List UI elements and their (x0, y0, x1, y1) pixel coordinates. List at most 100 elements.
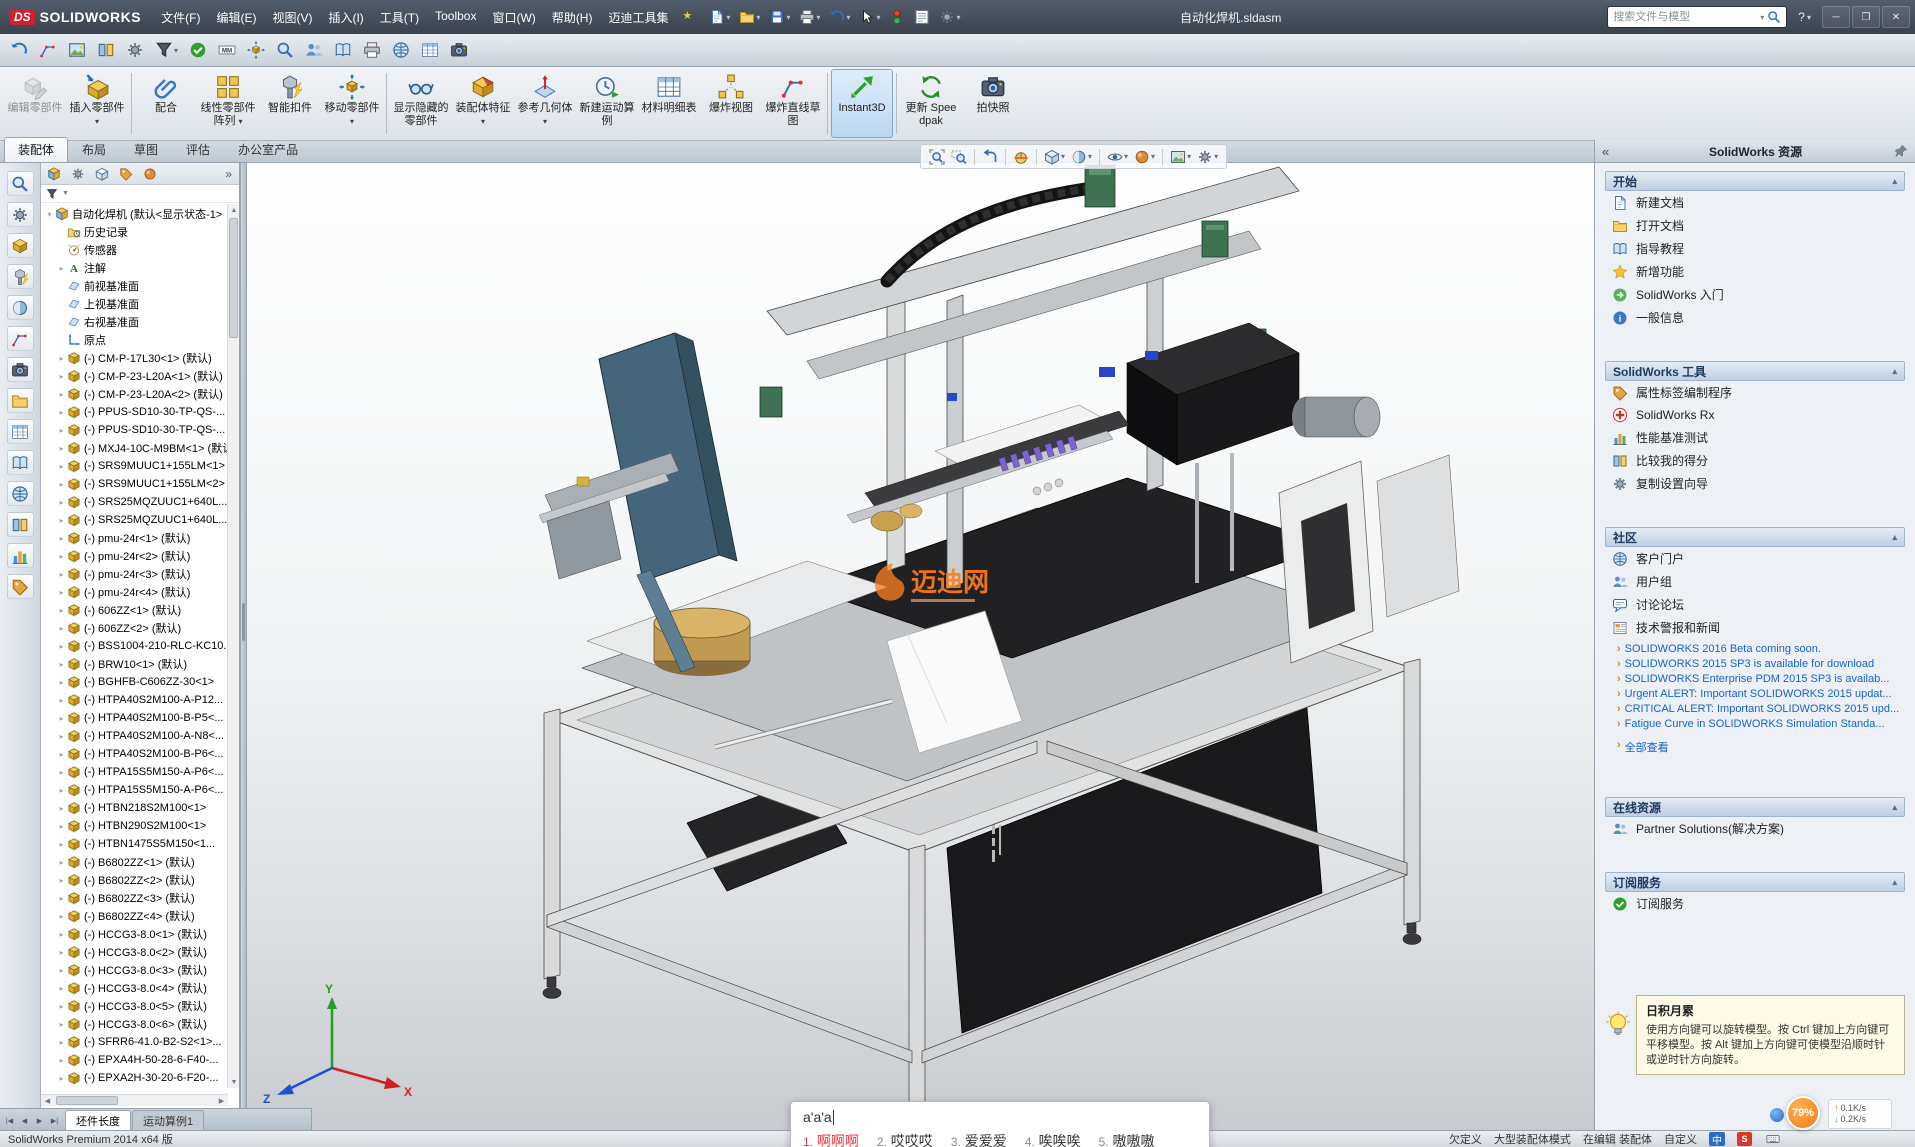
news-link[interactable]: ›SOLIDWORKS Enterprise PDM 2015 SP3 is a… (1617, 672, 1905, 687)
taskpane-item[interactable]: Partner Solutions(解决方案) (1605, 817, 1905, 840)
scrollbar-track[interactable] (54, 1095, 215, 1106)
model-tab-nav-button[interactable]: ◀ (17, 1112, 32, 1130)
view-all-link[interactable]: ›全部查看 (1605, 732, 1905, 755)
taskpane-item[interactable]: 订阅服务 (1605, 892, 1905, 915)
move-button[interactable] (245, 38, 267, 62)
scroll-left-icon[interactable]: ◀ (41, 1097, 54, 1105)
search-input[interactable] (1613, 11, 1757, 23)
splitter-handle-icon[interactable] (242, 603, 245, 641)
assembly-features-button[interactable]: 装配体特征 ▾ (452, 69, 514, 138)
news-link[interactable]: ›CRITICAL ALERT: Important SOLIDWORKS 20… (1617, 702, 1905, 717)
taskpane-item[interactable]: 打开文档 (1605, 214, 1905, 237)
tree-item[interactable]: ▸(-) pmu-24r<4> (默认) (41, 583, 239, 601)
zoom-fit-button[interactable] (927, 148, 947, 166)
display-style-button[interactable]: ▾ (1069, 148, 1094, 166)
menu-pin-icon[interactable]: ★ (677, 5, 699, 30)
new-document-button[interactable]: ▾ (706, 7, 733, 27)
previous-view-button[interactable] (980, 148, 1000, 166)
taskpane-item[interactable]: SolidWorks Rx (1605, 404, 1905, 426)
tree-item[interactable]: ▸(-) CM-P-23-L20A<1> (默认) (41, 367, 239, 385)
model-tab-nav-button[interactable]: |◀ (2, 1112, 17, 1130)
maidi-library-button[interactable] (7, 388, 34, 413)
news-link[interactable]: ›SOLIDWORKS 2015 SP3 is available for do… (1617, 657, 1905, 672)
menu-item-4[interactable]: 工具(T) (372, 5, 427, 30)
tree-item[interactable]: ▸(-) EPXA4H-50-28-6-F40-... (41, 1051, 239, 1069)
exploded-view-button[interactable]: 爆炸视图 (700, 69, 762, 138)
tree-item[interactable]: ▸(-) PPUS-SD10-30-TP-QS-... (41, 403, 239, 421)
save-button[interactable]: ▾ (766, 7, 793, 27)
sketch-button[interactable] (37, 38, 59, 62)
maidi-tools-button[interactable] (7, 512, 34, 537)
expander-icon[interactable]: ▸ (56, 372, 67, 381)
mass-properties-button[interactable] (124, 38, 146, 62)
ime-candidate[interactable]: 2. 哎哎哎 (877, 1131, 933, 1147)
expander-icon[interactable]: ▸ (56, 1074, 67, 1083)
table-button[interactable] (419, 38, 441, 62)
tree-item[interactable]: ▸(-) BSS1004-210-RLC-KC10... (41, 637, 239, 655)
menu-item-0[interactable]: 文件(F) (153, 5, 208, 30)
taskpane-item[interactable]: 指导教程 (1605, 237, 1905, 260)
tree-item[interactable]: 上视基准面 (41, 295, 239, 313)
expander-icon[interactable]: ▸ (56, 480, 67, 489)
tree-item[interactable]: ▸(-) CM-P-23-L20A<2> (默认) (41, 385, 239, 403)
mate-button[interactable]: 配合 (135, 69, 197, 138)
expander-icon[interactable]: ▸ (56, 768, 67, 777)
reference-geometry-button[interactable]: 参考几何体 ▾ (514, 69, 576, 138)
expander-icon[interactable]: ▸ (56, 498, 67, 507)
model-tab[interactable]: 运动算例1 (132, 1110, 204, 1130)
snapshot-button[interactable] (448, 38, 470, 62)
select-button[interactable]: ▾ (856, 7, 883, 27)
tree-item[interactable]: ▸(-) B6802ZZ<3> (默认) (41, 889, 239, 907)
expander-icon[interactable]: ▸ (56, 912, 67, 921)
tree-item[interactable]: 传感器 (41, 241, 239, 259)
expander-icon[interactable]: ▸ (56, 894, 67, 903)
tree-item[interactable]: ▸(-) HTBN1475S5M150<1... (41, 835, 239, 853)
expander-icon[interactable]: ▸ (56, 588, 67, 597)
taskpane-item[interactable]: 客户门户 (1605, 547, 1905, 570)
section-header-community[interactable]: 社区▴ (1605, 527, 1905, 547)
taskpane-item[interactable]: 技术警报和新闻 (1605, 616, 1905, 639)
taskpane-item[interactable]: 新建文档 (1605, 191, 1905, 214)
memory-percent-badge[interactable]: 79% (1786, 1096, 1820, 1130)
tree-item[interactable]: ▸(-) BGHFB-C606ZZ-30<1> (41, 673, 239, 691)
tree-filter[interactable]: ▼ (41, 185, 239, 203)
tree-item[interactable]: ▸(-) HTPA15S5M150-A-P6<... (41, 763, 239, 781)
linear-component-pattern-button[interactable]: 线性零部件阵列 ▾ (197, 69, 259, 138)
expander-icon[interactable]: ▸ (56, 606, 67, 615)
maidi-bearing-button[interactable] (7, 295, 34, 320)
taskpane-item[interactable]: 讨论论坛 (1605, 593, 1905, 616)
expander-icon[interactable]: ▸ (56, 858, 67, 867)
tree-vertical-scrollbar[interactable]: ▲ ▼ (227, 204, 239, 1088)
taskpane-item[interactable]: 复制设置向导 (1605, 472, 1905, 495)
tree-item[interactable]: 原点 (41, 331, 239, 349)
tree-item[interactable]: ▸(-) pmu-24r<2> (默认) (41, 547, 239, 565)
expander-icon[interactable]: ▸ (56, 786, 67, 795)
maidi-globe-button[interactable] (7, 481, 34, 506)
tree-item[interactable]: 历史记录 (41, 223, 239, 241)
model-tab-nav-button[interactable]: ▶ (32, 1112, 47, 1130)
taskpane-item[interactable]: 属性标签编制程序 (1605, 381, 1905, 404)
tree-item[interactable]: ▸(-) HCCG3-8.0<3> (默认) (41, 961, 239, 979)
insert-component-button[interactable]: 插入零部件 ▾ (66, 69, 128, 138)
tree-item[interactable]: 前视基准面 (41, 277, 239, 295)
ime-candidate[interactable]: 5. 嗷嗷嗷 (1099, 1131, 1155, 1147)
search-icon[interactable] (1767, 10, 1781, 24)
expander-icon[interactable]: ▸ (56, 984, 67, 993)
expander-icon[interactable]: ▸ (56, 462, 67, 471)
tree-item[interactable]: ▸(-) pmu-24r<1> (默认) (41, 529, 239, 547)
ime-candidate[interactable]: 4. 唉唉唉 (1025, 1131, 1081, 1147)
take-snapshot-button[interactable]: 拍快照 (962, 69, 1024, 138)
web-button[interactable] (390, 38, 412, 62)
expander-icon[interactable]: ▸ (56, 408, 67, 417)
tab-2[interactable]: 草图 (120, 137, 172, 162)
smart-fasteners-button[interactable]: 智能扣件 (259, 69, 321, 138)
expander-icon[interactable]: ▸ (56, 516, 67, 525)
maidi-fastener-button[interactable] (7, 264, 34, 289)
tree-item[interactable]: ▸(-) PPUS-SD10-30-TP-QS-... (41, 421, 239, 439)
tab-1[interactable]: 布局 (68, 137, 120, 162)
instant3d-button[interactable]: Instant3D (831, 69, 893, 138)
tree-item[interactable]: ▸(-) SFRR6-41.0-B2-S2<1>... (41, 1033, 239, 1051)
maidi-part-button[interactable] (7, 233, 34, 258)
dimxpertmanager-tab-icon[interactable] (116, 165, 136, 183)
maidi-search-button[interactable] (7, 171, 34, 196)
